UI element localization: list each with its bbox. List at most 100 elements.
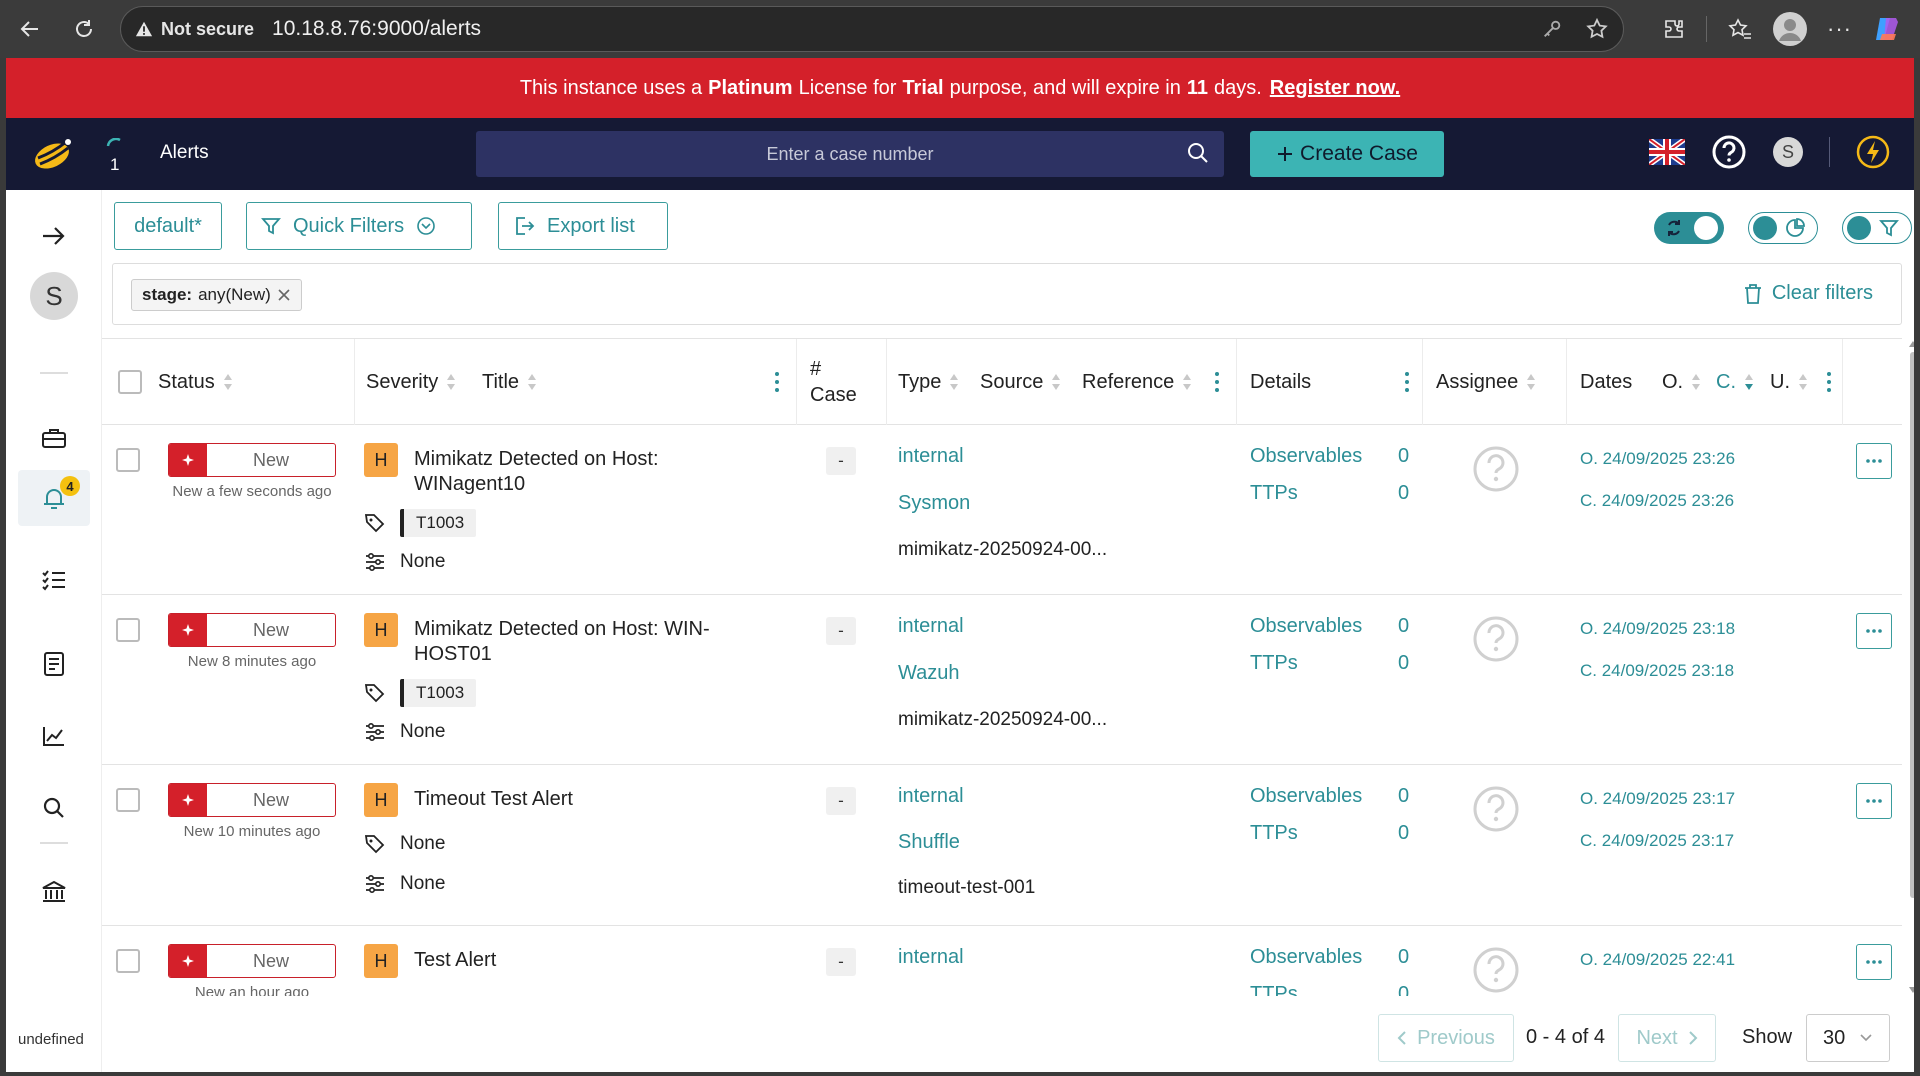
- create-case-button[interactable]: Create Case: [1250, 131, 1444, 177]
- sidebar-item-search[interactable]: [18, 780, 90, 836]
- ttps-link[interactable]: TTPs: [1250, 652, 1298, 675]
- column-header-case[interactable]: # Case: [810, 339, 857, 425]
- unassigned-avatar-icon[interactable]: [1472, 785, 1520, 833]
- row-checkbox[interactable]: [116, 788, 140, 812]
- user-avatar[interactable]: S: [1773, 137, 1803, 167]
- row-checkbox[interactable]: [116, 448, 140, 472]
- column-header-reference[interactable]: Reference: [1082, 339, 1192, 425]
- favorites-icon[interactable]: [1727, 17, 1753, 41]
- sort-icon[interactable]: [1691, 372, 1701, 392]
- stats-toggle[interactable]: [1748, 212, 1818, 244]
- row-actions-button[interactable]: [1856, 783, 1892, 819]
- column-header-severity[interactable]: Severity: [366, 339, 456, 425]
- alert-type[interactable]: internal: [898, 946, 964, 969]
- unassigned-avatar-icon[interactable]: [1472, 445, 1520, 493]
- row-checkbox[interactable]: [116, 949, 140, 973]
- column-header-type[interactable]: Type: [898, 339, 959, 425]
- close-icon[interactable]: [277, 288, 291, 302]
- column-header-source[interactable]: Source: [980, 339, 1061, 425]
- view-selector-button[interactable]: default*: [114, 202, 222, 250]
- ttps-link[interactable]: TTPs: [1250, 822, 1298, 845]
- sidebar-item-organisation[interactable]: [18, 864, 90, 920]
- key-icon[interactable]: [1541, 18, 1563, 40]
- column-header-assignee[interactable]: Assignee: [1436, 339, 1536, 425]
- sidebar-avatar[interactable]: S: [30, 272, 78, 320]
- scroll-up-icon[interactable]: [1908, 340, 1914, 348]
- column-menu-icon[interactable]: [774, 339, 780, 425]
- lightning-icon[interactable]: [1856, 135, 1890, 169]
- scroll-down-icon[interactable]: [1908, 986, 1914, 994]
- select-all-checkbox[interactable]: [118, 370, 142, 394]
- tag-chip[interactable]: T1003: [400, 509, 477, 537]
- sort-icon[interactable]: [949, 372, 959, 392]
- alert-source[interactable]: Shuffle: [898, 831, 960, 854]
- sidebar-item-tasks[interactable]: [18, 552, 90, 608]
- column-header-date-o[interactable]: O.: [1662, 339, 1701, 425]
- security-label[interactable]: Not secure: [161, 19, 254, 40]
- clear-filters-button[interactable]: Clear filters: [1744, 282, 1873, 305]
- sort-icon[interactable]: [527, 372, 537, 392]
- alert-type[interactable]: internal: [898, 785, 964, 808]
- alert-type[interactable]: internal: [898, 615, 964, 638]
- profile-icon[interactable]: [1773, 12, 1808, 46]
- sort-icon[interactable]: [1182, 372, 1192, 392]
- status-badge[interactable]: New: [168, 443, 336, 477]
- register-link[interactable]: Register now.: [1270, 77, 1400, 100]
- reload-icon[interactable]: [64, 9, 104, 49]
- alert-title[interactable]: Mimikatz Detected on Host: WIN-HOST01: [414, 617, 744, 667]
- alert-type[interactable]: internal: [898, 445, 964, 468]
- ttps-link[interactable]: TTPs: [1250, 482, 1298, 505]
- column-header-date-u[interactable]: U.: [1770, 339, 1808, 425]
- sidebar-item-cases[interactable]: [18, 410, 90, 466]
- table-row[interactable]: New New 10 minutes ago H Timeout Test Al…: [102, 765, 1902, 926]
- previous-page-button[interactable]: Previous: [1378, 1014, 1514, 1062]
- row-actions-button[interactable]: [1856, 443, 1892, 479]
- alert-source[interactable]: Wazuh: [898, 662, 960, 685]
- help-icon[interactable]: [1711, 134, 1747, 170]
- next-page-button[interactable]: Next: [1618, 1014, 1716, 1062]
- uk-flag-icon[interactable]: [1649, 139, 1685, 165]
- search-icon[interactable]: [1186, 141, 1210, 165]
- sort-desc-icon[interactable]: [1744, 372, 1754, 392]
- status-badge[interactable]: New: [168, 944, 336, 978]
- observables-link[interactable]: Observables: [1250, 445, 1362, 468]
- auto-refresh-toggle[interactable]: [1654, 212, 1724, 244]
- column-menu-icon[interactable]: [1826, 339, 1832, 425]
- sort-icon[interactable]: [1526, 372, 1536, 392]
- row-actions-button[interactable]: [1856, 613, 1892, 649]
- extensions-icon[interactable]: [1662, 17, 1686, 41]
- address-bar[interactable]: Not secure 10.18.8.76:9000/alerts: [120, 6, 1624, 52]
- column-header-status[interactable]: Status: [158, 339, 233, 425]
- sidebar-item-alerts[interactable]: 4: [18, 470, 90, 526]
- status-badge[interactable]: New: [168, 613, 336, 647]
- filters-toggle[interactable]: [1842, 212, 1912, 244]
- back-icon[interactable]: [10, 9, 50, 49]
- thehive-logo-icon[interactable]: [30, 134, 76, 174]
- column-menu-icon[interactable]: [1404, 339, 1410, 425]
- scroll-thumb[interactable]: [1910, 352, 1914, 898]
- sidebar-item-dashboards[interactable]: [18, 708, 90, 764]
- observables-link[interactable]: Observables: [1250, 785, 1362, 808]
- column-menu-icon[interactable]: [1214, 339, 1220, 425]
- page-size-select[interactable]: 30: [1806, 1014, 1890, 1062]
- more-icon[interactable]: ···: [1827, 16, 1852, 42]
- alert-source[interactable]: Sysmon: [898, 492, 970, 515]
- quick-filters-button[interactable]: Quick Filters: [246, 202, 472, 250]
- unassigned-avatar-icon[interactable]: [1472, 615, 1520, 663]
- filter-chip-stage[interactable]: stage: any(New): [131, 279, 302, 311]
- column-header-title[interactable]: Title: [482, 339, 537, 425]
- table-row[interactable]: New New an hour ago H Test Alert - inter…: [102, 926, 1902, 996]
- status-badge[interactable]: New: [168, 783, 336, 817]
- alert-title[interactable]: Timeout Test Alert: [414, 787, 744, 812]
- observables-link[interactable]: Observables: [1250, 615, 1362, 638]
- table-row[interactable]: New New a few seconds ago H Mimikatz Det…: [102, 425, 1902, 595]
- tag-chip[interactable]: T1003: [400, 679, 477, 707]
- copilot-icon[interactable]: [1872, 14, 1902, 44]
- row-checkbox[interactable]: [116, 618, 140, 642]
- url-text[interactable]: 10.18.8.76:9000/alerts: [272, 17, 481, 41]
- sort-icon[interactable]: [1798, 372, 1808, 392]
- expand-sidebar-icon[interactable]: [18, 208, 90, 264]
- row-actions-button[interactable]: [1856, 944, 1892, 980]
- sort-icon[interactable]: [223, 372, 233, 392]
- alert-title[interactable]: Mimikatz Detected on Host: WINagent10: [414, 447, 744, 497]
